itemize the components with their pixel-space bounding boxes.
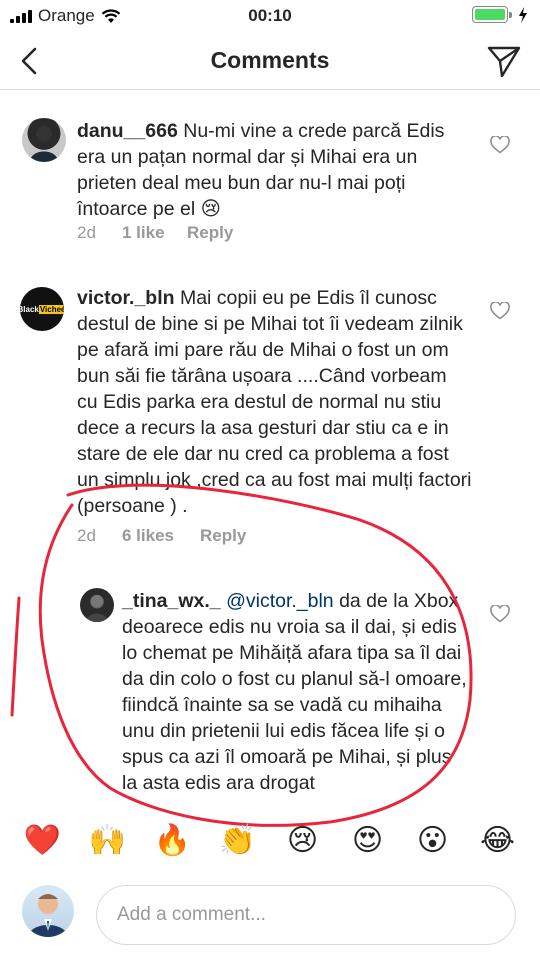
nav-bar: Comments (0, 32, 540, 90)
user-photo-icon (86, 595, 108, 622)
user-photo-icon (28, 894, 68, 937)
avatar[interactable] (80, 588, 114, 622)
battery-icon (472, 6, 512, 23)
comment-likes[interactable]: 6 likes (122, 526, 200, 546)
comment-text: victor._bln Mai copii eu pe Edis îl cuno… (77, 285, 472, 519)
reply-button[interactable]: Reply (200, 526, 246, 546)
comment-username[interactable]: victor._bln (77, 287, 175, 309)
comment-text: _tina_wx._ @victor._bln da de la Xbox de… (122, 588, 472, 796)
avatar[interactable]: BlackVicheé (20, 287, 64, 331)
charging-bolt-icon (519, 6, 527, 23)
raised-hands-emoji-button[interactable]: 🙌 (86, 821, 130, 861)
send-icon[interactable] (486, 44, 522, 78)
avatar-logo: BlackVicheé (20, 304, 64, 314)
status-bar: Orange 00:10 (0, 0, 540, 32)
status-right (472, 6, 528, 23)
surprised-emoji-button[interactable]: 😮 (411, 821, 455, 861)
clapping-emoji-button[interactable]: 👏 (216, 821, 260, 861)
comment-time: 2d (77, 526, 96, 545)
page-title: Comments (210, 47, 330, 73)
comment-composer: Add a comment... (0, 875, 540, 960)
comment-mention[interactable]: @victor._bln (226, 590, 334, 612)
comment-meta: 2d 1 like Reply (77, 223, 233, 243)
avatar (22, 885, 74, 937)
comment-body: Mai copii eu pe Edis îl cunosc destul de… (77, 287, 472, 517)
like-heart-icon[interactable] (490, 136, 510, 154)
comment-meta: 2d 6 likes Reply (77, 526, 246, 546)
like-heart-icon[interactable] (490, 605, 510, 623)
heart-emoji-button[interactable]: ❤️ (21, 821, 65, 861)
comment-body: da de la Xbox deoarece edis nu vroia sa … (122, 590, 467, 794)
avatar[interactable] (22, 118, 66, 162)
fire-emoji-button[interactable]: 🔥 (151, 821, 195, 861)
comment-time: 2d (77, 223, 96, 242)
comment-username[interactable]: danu__666 (77, 120, 178, 142)
reply-button[interactable]: Reply (187, 223, 233, 243)
like-heart-icon[interactable] (490, 302, 510, 320)
status-time: 00:10 (248, 6, 292, 25)
comment-likes[interactable]: 1 like (122, 223, 187, 243)
comment-text: danu__666 Nu-mi vine a crede parcă Edis … (77, 118, 472, 222)
emoji-reaction-bar: ❤️ 🙌 🔥 👏 😢 😍 😮 😂 (0, 812, 540, 870)
crying-emoji-button[interactable]: 😢 (281, 821, 325, 861)
comment-username[interactable]: _tina_wx._ (122, 590, 221, 612)
add-comment-input[interactable]: Add a comment... (96, 885, 516, 945)
heart-eyes-emoji-button[interactable]: 😍 (346, 821, 390, 861)
laughing-emoji-button[interactable]: 😂 (476, 821, 520, 861)
user-photo-icon (30, 126, 58, 162)
